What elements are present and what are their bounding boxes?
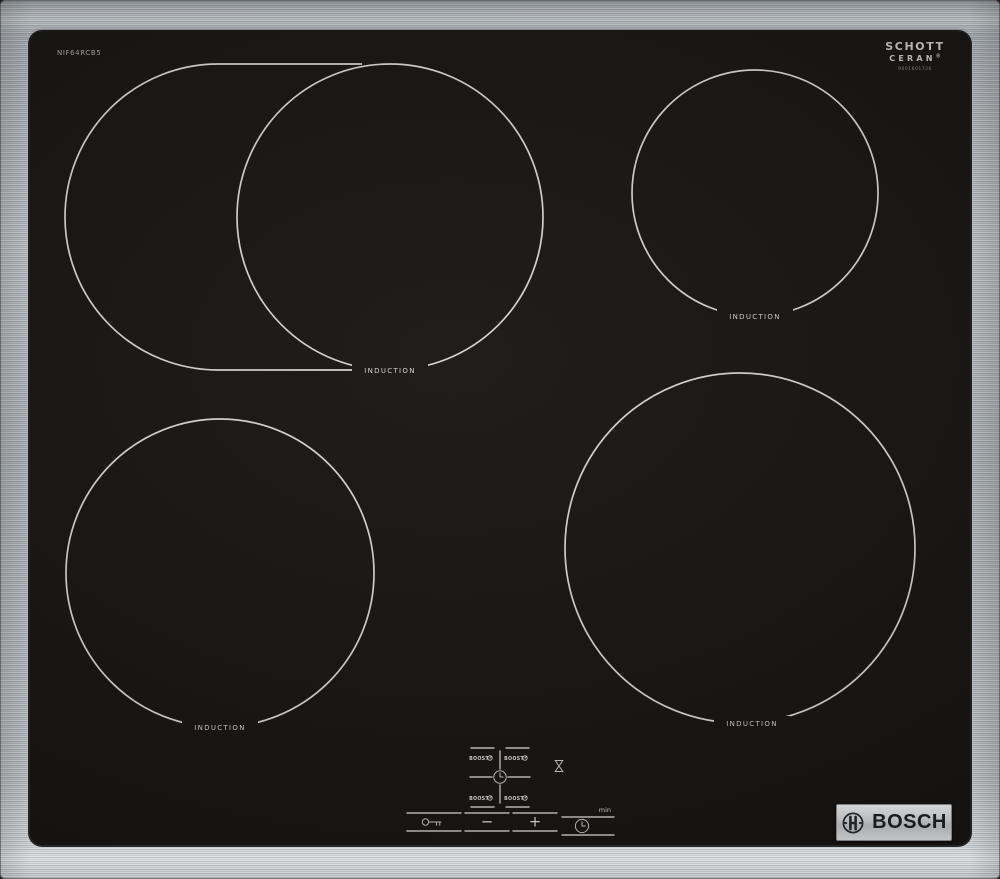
- zone-label-text: INDUCTION: [729, 313, 781, 321]
- zone-rear-right-outline: [631, 69, 879, 317]
- minus-label: −: [481, 813, 494, 831]
- timer-unit-label: min: [599, 806, 611, 814]
- plus-button[interactable]: +: [512, 812, 558, 832]
- timer-button[interactable]: min: [561, 806, 615, 836]
- control-panel: BOOST BOOST BOOST BOOST − + min: [406, 747, 615, 836]
- boost-key-front-left[interactable]: BOOST: [469, 795, 495, 808]
- bosch-logo-plaque: BOSCH: [836, 804, 952, 841]
- zone-combi-oval-outline: [64, 63, 362, 371]
- boost-label: BOOST: [469, 756, 489, 762]
- zone-front-right-outline: [564, 372, 916, 724]
- zone-label-front-right: INDUCTION: [714, 716, 790, 729]
- hourglass-icon: [554, 760, 564, 772]
- registered-mark: ®: [935, 52, 941, 59]
- boost-key-rear-right[interactable]: BOOST: [504, 747, 530, 762]
- schott-line1: SCHOTT: [885, 40, 945, 53]
- boost-key-front-right[interactable]: BOOST: [504, 795, 530, 808]
- zone-label-text: INDUCTION: [726, 720, 778, 728]
- zone-label-text: INDUCTION: [364, 367, 416, 375]
- boost-label: BOOST: [504, 756, 524, 762]
- zone-label-front-left: INDUCTION: [182, 720, 258, 733]
- induction-hob: INDUCTION INDUCTION INDUCTION INDUCTION: [0, 0, 1000, 879]
- zone-label-text: INDUCTION: [194, 724, 246, 732]
- minus-button[interactable]: −: [464, 812, 510, 832]
- clock-icon[interactable]: [493, 770, 507, 784]
- bosch-wordmark: BOSCH: [872, 811, 947, 833]
- clock-icon: [574, 818, 590, 834]
- zone-selector: BOOST BOOST BOOST BOOST: [469, 747, 531, 808]
- boost-key-rear-left[interactable]: BOOST: [469, 747, 495, 762]
- schott-code: 9001601726: [898, 66, 932, 72]
- zone-front-left-outline: [65, 418, 375, 728]
- bosch-emblem-icon: [842, 812, 864, 833]
- schott-ceran-logo: SCHOTT CERAN® 9001601726: [876, 40, 954, 72]
- model-number: NIF64RCB5: [57, 49, 102, 57]
- zone-label-rear-right: INDUCTION: [717, 309, 793, 322]
- glass-graphics: INDUCTION INDUCTION INDUCTION INDUCTION: [64, 63, 916, 836]
- boost-label: BOOST: [469, 796, 489, 802]
- key-icon: [421, 818, 442, 826]
- ceramic-glass-surface: INDUCTION INDUCTION INDUCTION INDUCTION: [30, 32, 970, 845]
- boost-label: BOOST: [504, 796, 524, 802]
- lock-button[interactable]: [406, 812, 462, 832]
- zone-combi-circle-outline: [236, 63, 544, 371]
- schott-line2: CERAN®: [889, 52, 941, 63]
- plus-label: +: [529, 813, 542, 831]
- zone-label-combi: INDUCTION: [352, 363, 428, 376]
